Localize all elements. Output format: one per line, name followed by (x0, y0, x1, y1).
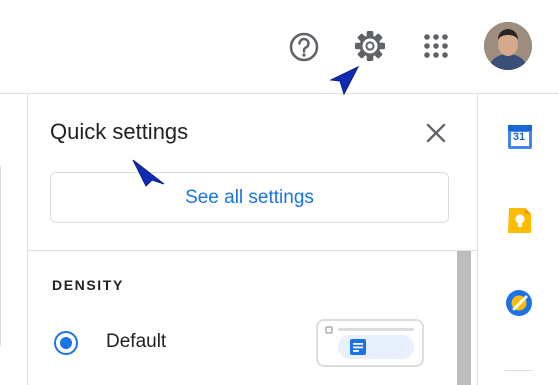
density-preview-icon (325, 326, 414, 359)
density-default-radio[interactable] (54, 331, 78, 355)
keep-icon[interactable] (506, 206, 534, 234)
cursor-arrow-icon (329, 65, 360, 96)
left-content-edge (0, 166, 1, 346)
panel-title: Quick settings (50, 119, 189, 144)
help-icon[interactable] (287, 30, 321, 64)
side-panel-divider (505, 370, 533, 371)
calendar-icon[interactable]: 31 (506, 122, 534, 150)
density-default-preview[interactable] (316, 319, 424, 367)
radio-selected-dot (60, 337, 72, 349)
panel-divider (28, 250, 477, 251)
calendar-day: 31 (512, 131, 526, 143)
gear-icon[interactable] (352, 28, 388, 64)
close-icon (426, 123, 446, 143)
cursor-arrow-icon (132, 159, 165, 187)
apps-grid-icon[interactable] (421, 31, 451, 61)
see-all-settings-button[interactable]: See all settings (50, 172, 449, 223)
top-bar (0, 0, 559, 93)
quick-settings-panel: Quick settings See all settings DENSITY … (27, 94, 478, 385)
density-default-label: Default (106, 331, 167, 352)
avatar[interactable] (484, 22, 532, 70)
density-heading: DENSITY (52, 277, 124, 293)
close-button[interactable] (424, 121, 448, 145)
panel-scrollbar-thumb[interactable] (457, 251, 471, 385)
tasks-icon[interactable] (505, 289, 533, 317)
